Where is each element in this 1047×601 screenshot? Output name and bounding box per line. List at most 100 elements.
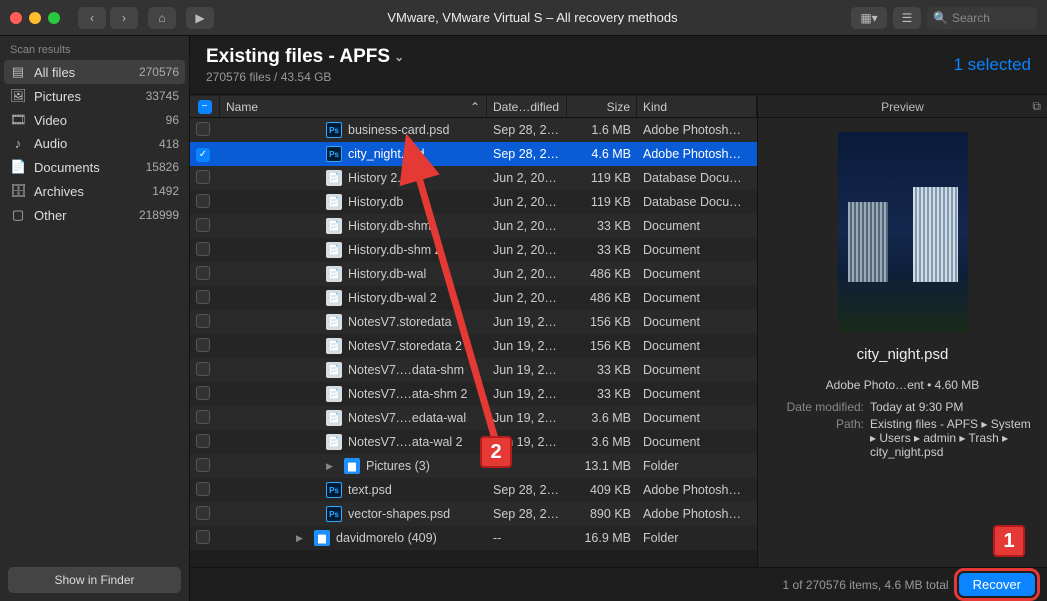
play-button[interactable]: ▶ (186, 7, 214, 29)
table-row[interactable]: Psbusiness-card.psd Sep 28, 2… 1.6 MB Ad… (190, 118, 757, 142)
file-date: Jun 2, 20… (487, 219, 567, 233)
sidebar-item-all-files[interactable]: ▤ All files 270576 (4, 60, 185, 84)
footer-status: 1 of 270576 items, 4.6 MB total (782, 578, 948, 592)
column-date[interactable]: Date…dified (487, 96, 567, 117)
file-kind: Document (637, 363, 757, 377)
table-row[interactable]: 📄History.db-wal Jun 2, 20… 486 KB Docume… (190, 262, 757, 286)
file-size: 33 KB (567, 219, 637, 233)
row-checkbox[interactable] (196, 458, 210, 472)
view-mode-button[interactable]: ▦▾ (851, 7, 887, 29)
column-name[interactable]: Name⌃ (220, 96, 487, 117)
close-window-button[interactable] (10, 12, 22, 24)
row-checkbox[interactable] (196, 386, 210, 400)
table-row[interactable]: 📄NotesV7.…ata-shm 2 Jun 19, 2… 33 KB Doc… (190, 382, 757, 406)
row-checkbox[interactable] (196, 194, 210, 208)
file-date: Jun 2, 20… (487, 171, 567, 185)
row-checkbox[interactable] (196, 410, 210, 424)
file-date: Jun 19, 2… (487, 315, 567, 329)
settings-button[interactable]: ☰ (893, 7, 921, 29)
disclosure-triangle-icon[interactable]: ▶ (326, 461, 336, 472)
row-checkbox[interactable] (196, 338, 210, 352)
file-date: Sep 28, 2… (487, 147, 567, 161)
file-kind: Document (637, 267, 757, 281)
sidebar-item-pictures[interactable]: 🖼 Pictures 33745 (0, 84, 189, 108)
row-checkbox[interactable] (196, 434, 210, 448)
column-kind[interactable]: Kind (637, 96, 757, 117)
table-row[interactable]: 📄NotesV7.…data-shm Jun 19, 2… 33 KB Docu… (190, 358, 757, 382)
row-checkbox[interactable] (196, 266, 210, 280)
recover-button[interactable]: Recover (959, 573, 1035, 596)
sidebar-item-label: Audio (34, 136, 67, 151)
file-date: -- (487, 459, 567, 473)
preview-heading: Preview ⧉ (758, 96, 1047, 118)
file-size: 486 KB (567, 291, 637, 305)
table-row[interactable]: 📄NotesV7.…edata-wal Jun 19, 2… 3.6 MB Do… (190, 406, 757, 430)
row-checkbox[interactable] (196, 530, 210, 544)
file-name: city_night.psd (348, 147, 424, 161)
table-row[interactable]: ▶▆davidmorelo (409) -- 16.9 MB Folder (190, 526, 757, 550)
table-row[interactable]: 📄History.db Jun 2, 20… 119 KB Database D… (190, 190, 757, 214)
column-size[interactable]: Size (567, 96, 637, 117)
sidebar-item-other[interactable]: ▢ Other 218999 (0, 203, 189, 227)
sidebar-item-count: 1492 (152, 184, 179, 198)
sidebar-item-documents[interactable]: 📄 Documents 15826 (0, 155, 189, 179)
content-title[interactable]: Existing files - APFS ⌄ (206, 46, 404, 68)
row-checkbox[interactable] (196, 362, 210, 376)
row-checkbox[interactable] (196, 290, 210, 304)
row-checkbox[interactable] (196, 506, 210, 520)
search-field[interactable]: 🔍 Search (927, 7, 1037, 29)
row-checkbox[interactable] (196, 170, 210, 184)
row-checkbox[interactable] (196, 482, 210, 496)
file-name: NotesV7.…data-shm (348, 363, 464, 377)
file-size: 409 KB (567, 483, 637, 497)
back-button[interactable]: ‹ (78, 7, 106, 29)
sidebar-item-count: 218999 (139, 208, 179, 222)
preview-path-value: Existing files - APFS ▸ System ▸ Users ▸… (870, 417, 1033, 459)
sidebar-item-label: All files (34, 65, 75, 80)
file-kind: Adobe Photosh… (637, 483, 757, 497)
preview-filename: city_night.psd (758, 346, 1047, 363)
header-checkbox[interactable]: − (190, 96, 220, 117)
row-checkbox[interactable] (196, 122, 210, 136)
footer: 1 of 270576 items, 4.6 MB total Recover (190, 567, 1047, 601)
table-row[interactable]: Psvector-shapes.psd Sep 28, 2… 890 KB Ad… (190, 502, 757, 526)
sidebar-item-audio[interactable]: ♪ Audio 418 (0, 132, 189, 155)
file-kind: Document (637, 291, 757, 305)
row-checkbox[interactable]: ✓ (196, 148, 210, 162)
row-checkbox[interactable] (196, 242, 210, 256)
table-row[interactable]: 📄NotesV7.storedata 2 Jun 19, 2… 156 KB D… (190, 334, 757, 358)
table-row[interactable]: ✓ Pscity_night.psd Sep 28, 2… 4.6 MB Ado… (190, 142, 757, 166)
sort-asc-icon: ⌃ (470, 100, 480, 114)
table-row[interactable]: 📄NotesV7.storedata Jun 19, 2… 156 KB Doc… (190, 310, 757, 334)
table-row[interactable]: 📄History.db-shm 2 Jun 2, 20… 33 KB Docum… (190, 238, 757, 262)
zoom-window-button[interactable] (48, 12, 60, 24)
sidebar-heading: Scan results (0, 36, 189, 60)
row-checkbox[interactable] (196, 218, 210, 232)
table-row[interactable]: Pstext.psd Sep 28, 2… 409 KB Adobe Photo… (190, 478, 757, 502)
forward-button[interactable]: › (110, 7, 138, 29)
file-date: Jun 19, 2… (487, 363, 567, 377)
table-row[interactable]: 📄History.db-shm Jun 2, 20… 33 KB Documen… (190, 214, 757, 238)
file-name: History.db-shm (348, 219, 431, 233)
chevron-down-icon: ⌄ (394, 50, 404, 64)
sidebar-icon: 📄 (10, 159, 26, 175)
sidebar-item-label: Documents (34, 160, 100, 175)
file-date: Jun 2, 20… (487, 243, 567, 257)
row-checkbox[interactable] (196, 314, 210, 328)
sidebar-item-archives[interactable]: 🗄 Archives 1492 (0, 179, 189, 203)
show-in-finder-button[interactable]: Show in Finder (8, 567, 181, 593)
minimize-window-button[interactable] (29, 12, 41, 24)
file-table[interactable]: − Name⌃ Date…dified Size Kind Psbusiness… (190, 96, 757, 567)
disclosure-triangle-icon[interactable]: ▶ (296, 533, 306, 544)
table-row[interactable]: 📄History 2.db Jun 2, 20… 119 KB Database… (190, 166, 757, 190)
sidebar-icon: ▤ (10, 64, 26, 80)
table-row[interactable]: 📄NotesV7.…ata-wal 2 Jun 19, 2… 3.6 MB Do… (190, 430, 757, 454)
file-size: 3.6 MB (567, 411, 637, 425)
table-row[interactable]: 📄History.db-wal 2 Jun 2, 20… 486 KB Docu… (190, 286, 757, 310)
sidebar-item-video[interactable]: 🎞 Video 96 (0, 108, 189, 132)
content: Existing files - APFS ⌄ 270576 files / 4… (190, 36, 1047, 601)
table-row[interactable]: ▶▆Pictures (3) -- 13.1 MB Folder (190, 454, 757, 478)
expand-preview-icon[interactable]: ⧉ (1032, 99, 1041, 114)
preview-path-label: Path: (772, 417, 870, 459)
home-button[interactable]: ⌂ (148, 7, 176, 29)
